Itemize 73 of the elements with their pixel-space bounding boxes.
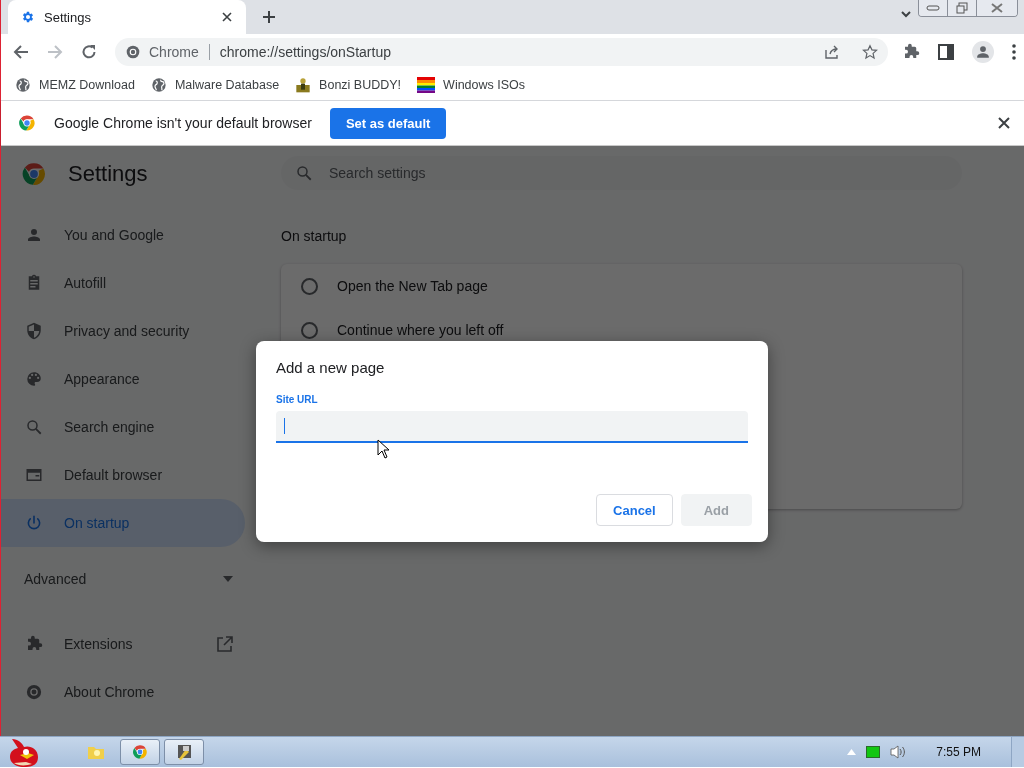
sidebar-item[interactable]: Search engine [1, 403, 245, 451]
sidebar-item[interactable]: You and Google [1, 211, 245, 259]
globe-icon [15, 77, 31, 93]
radio-button[interactable] [301, 277, 318, 295]
globe-icon [150, 77, 167, 93]
browser-window-icon [25, 466, 43, 484]
profile-avatar[interactable] [972, 41, 994, 63]
field-label: Site URL [276, 394, 318, 405]
url-input-field[interactable] [276, 411, 748, 443]
back-icon[interactable] [13, 44, 29, 60]
bookmark[interactable]: Windows ISOs [417, 77, 526, 93]
chrome-logo-icon [18, 114, 36, 132]
close-tab-icon[interactable] [222, 12, 232, 22]
bookmark[interactable]: MEMZ Download [15, 77, 135, 93]
dialog-button[interactable]: Cancel [596, 494, 673, 526]
taskbar-button[interactable] [120, 739, 160, 765]
option-label: Continue where you left off [337, 322, 504, 338]
bookmark[interactable]: Malware Database [150, 77, 280, 93]
close-icon[interactable] [998, 117, 1010, 129]
sidebar-item[interactable]: Default browser [1, 451, 245, 499]
folder-icon [88, 745, 104, 759]
site-label: Chrome [149, 44, 199, 60]
search-icon [25, 418, 43, 436]
side-panel-icon[interactable] [938, 44, 954, 60]
mouse-cursor-icon [377, 439, 391, 459]
person-icon [25, 226, 43, 244]
power-icon [25, 514, 43, 532]
reload-icon[interactable] [81, 44, 97, 60]
chrome-logo-icon [132, 744, 148, 760]
sidebar-item[interactable]: On startup [1, 499, 245, 547]
rainbow-flag-icon [417, 77, 436, 93]
dialog-title: Add a new page [276, 359, 386, 376]
sidebar-item[interactable]: Appearance [1, 355, 245, 403]
close-window-icon[interactable] [990, 3, 1004, 13]
sidebar-link[interactable]: Extensions [1, 620, 245, 668]
search-placeholder: Search settings [329, 165, 426, 181]
address-bar[interactable]: Chrome chrome://settings/onStartup [115, 38, 888, 66]
app-icon [175, 743, 193, 761]
search-icon [295, 164, 313, 182]
share-icon[interactable] [824, 44, 840, 60]
gear-icon [21, 10, 35, 24]
section-title: On startup [281, 228, 348, 244]
page-title: Settings [68, 161, 148, 187]
chrome-logo-icon [25, 683, 43, 701]
clock[interactable]: 7:55 PM [936, 745, 981, 759]
sidebar-item[interactable]: Autofill [1, 259, 245, 307]
option-label: Open the New Tab page [337, 278, 488, 294]
infobar-message: Google Chrome isn't your default browser [54, 115, 312, 131]
more-menu-icon[interactable] [1012, 44, 1016, 60]
sidebar-item[interactable]: Privacy and security [1, 307, 245, 355]
speaker-icon[interactable] [890, 745, 907, 759]
url-text: chrome://settings/onStartup [219, 44, 392, 60]
taskbar-button[interactable] [164, 739, 204, 765]
chrome-logo-icon [125, 44, 141, 60]
advanced-toggle[interactable]: Advanced [1, 555, 261, 603]
restore-icon[interactable] [956, 2, 968, 14]
palette-icon [25, 370, 43, 388]
chevron-down-icon[interactable] [900, 8, 912, 20]
shield-icon [25, 322, 43, 340]
puzzle-icon [25, 635, 43, 653]
bookmark[interactable]: Bonzi BUDDY! [295, 77, 402, 93]
tab-title: Settings [44, 9, 92, 25]
radio-button[interactable] [301, 321, 318, 339]
sidebar-link[interactable]: About Chrome [1, 668, 245, 716]
set-default-button[interactable]: Set as default [329, 107, 447, 139]
browser-tab[interactable]: Settings [8, 0, 246, 34]
figure-icon [295, 77, 312, 93]
minimize-icon[interactable] [926, 4, 940, 12]
star-icon[interactable] [862, 44, 878, 60]
puzzle-icon[interactable] [902, 43, 920, 61]
new-tab-icon[interactable] [263, 11, 275, 23]
battery-icon[interactable] [866, 746, 881, 758]
chrome-logo-icon [21, 161, 47, 187]
